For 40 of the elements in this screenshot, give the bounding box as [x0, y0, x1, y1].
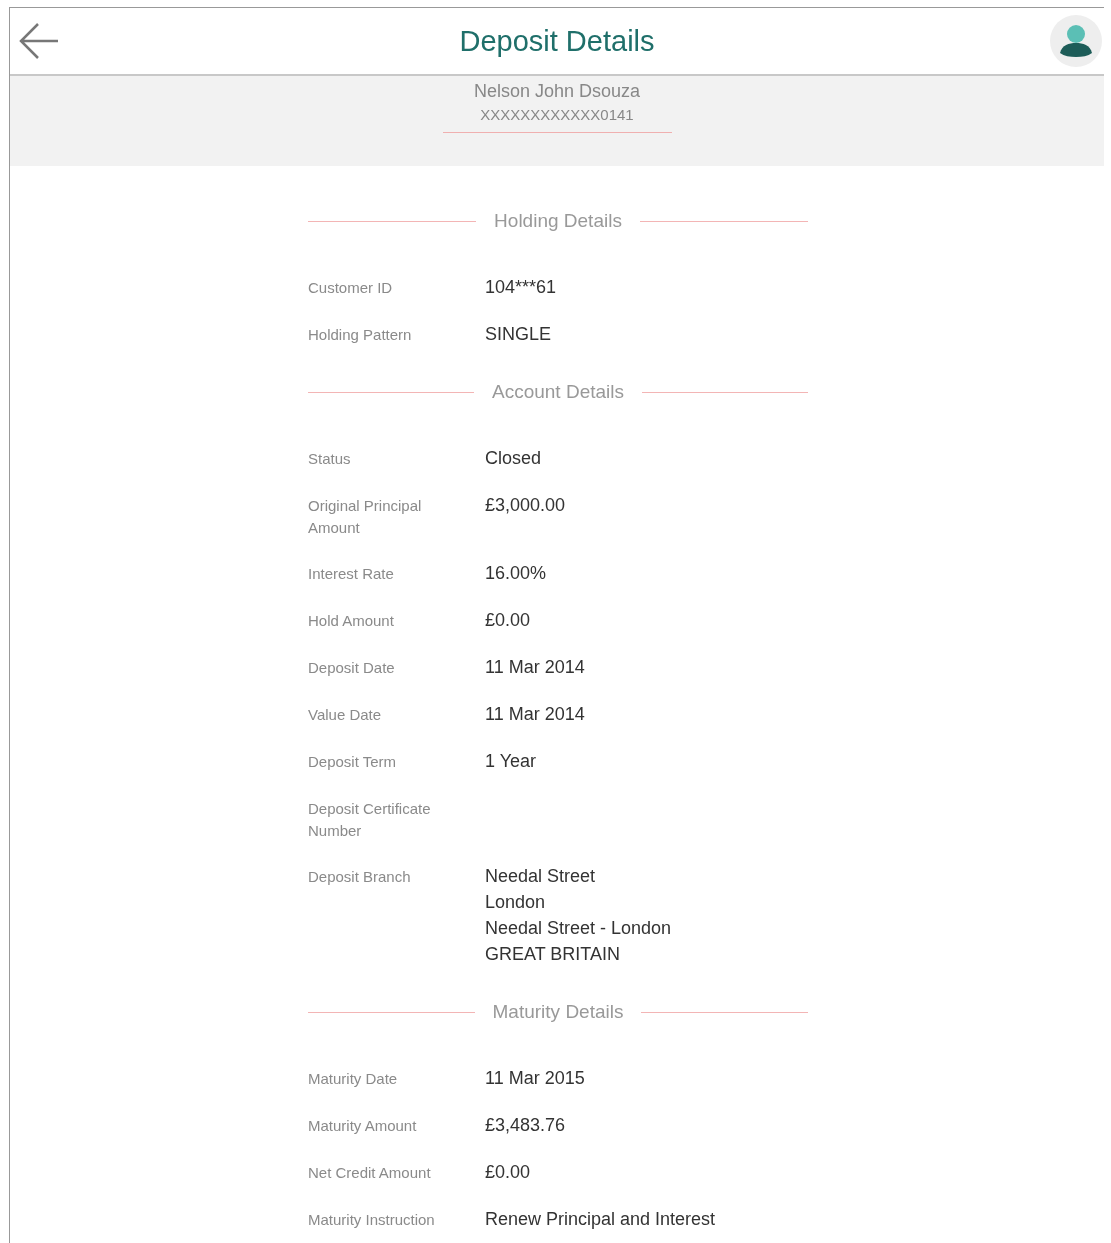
field-value: £3,483.76 [485, 1114, 567, 1137]
field-value: £3,000.00 [485, 494, 567, 517]
field-label: Deposit Term [308, 752, 398, 772]
field-value: GREAT BRITAIN [485, 943, 622, 966]
field-label: Customer ID [308, 278, 394, 298]
field-label: Maturity Date [308, 1069, 399, 1089]
field-label: Holding Pattern [308, 325, 413, 345]
field-label: Deposit Branch [308, 867, 412, 887]
field-label: Deposit Date [308, 658, 396, 678]
field-value: 11 Mar 2014 [485, 656, 586, 679]
field-label: Maturity Instruction [308, 1210, 436, 1230]
field-value: 1 Year [485, 750, 538, 773]
field-value: 104***61 [485, 276, 558, 299]
back-arrow-icon[interactable] [18, 21, 60, 61]
field-label: Original Principal Amount [308, 496, 423, 538]
field-value: London [485, 891, 547, 914]
field-value: 11 Mar 2015 [485, 1067, 586, 1090]
field-label: Status [308, 449, 352, 469]
field-value: SINGLE [485, 323, 553, 346]
avatar-icon[interactable] [1050, 15, 1102, 67]
field-value: £0.00 [485, 1161, 532, 1184]
field-label: Maturity Amount [308, 1116, 418, 1136]
field-label: Interest Rate [308, 564, 395, 584]
account-holder-name: Nelson John Dsouza [473, 80, 641, 103]
section-title: Maturity Details [492, 1000, 624, 1024]
field-label: Value Date [308, 705, 383, 725]
field-value: Closed [485, 447, 543, 470]
field-label: Hold Amount [308, 611, 395, 631]
field-label: Net Credit Amount [308, 1163, 432, 1183]
field-value: £0.00 [485, 609, 532, 632]
section-title: Account Details [492, 380, 624, 404]
page-title: Deposit Details [459, 24, 655, 58]
section-title: Holding Details [494, 209, 622, 233]
field-value: Needal Street [485, 865, 597, 888]
field-value: 11 Mar 2014 [485, 703, 586, 726]
field-value: Renew Principal and Interest [485, 1208, 717, 1231]
field-value: Needal Street - London [485, 917, 673, 940]
account-number: XXXXXXXXXXXX0141 [480, 105, 634, 125]
field-value: 16.00% [485, 562, 548, 585]
field-label: Deposit Certificate Number [308, 799, 432, 841]
